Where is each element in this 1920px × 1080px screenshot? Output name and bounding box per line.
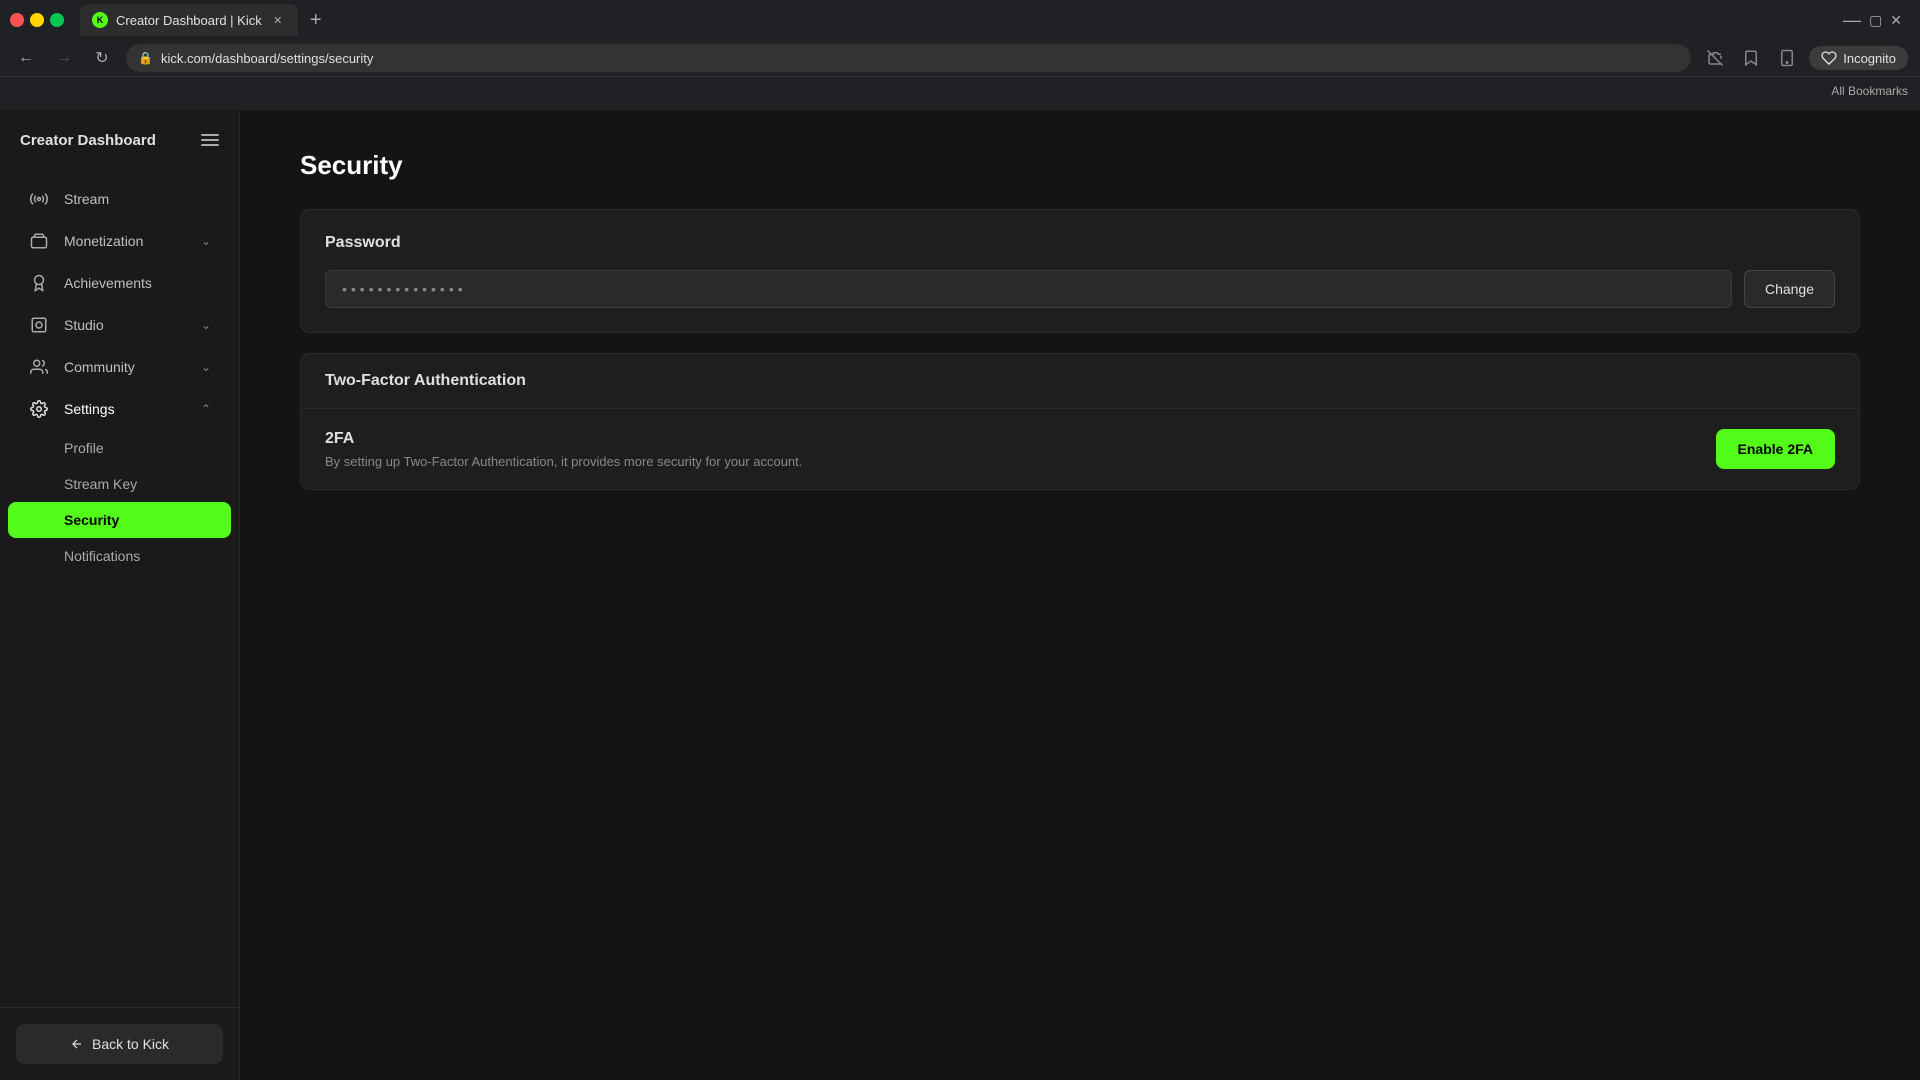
browser-chrome: K Creator Dashboard | Kick ✕ + — ▢ ✕ ← →… <box>0 0 1920 110</box>
studio-icon <box>28 316 50 334</box>
tab-title: Creator Dashboard | Kick <box>116 13 262 28</box>
sidebar: Creator Dashboard Stream <box>0 110 240 1080</box>
achievements-label: Achievements <box>64 275 211 291</box>
back-to-kick-label: Back to Kick <box>92 1036 169 1052</box>
two-fa-label: 2FA <box>325 430 1700 448</box>
enable-2fa-label: Enable 2FA <box>1738 441 1813 457</box>
tab-close-button[interactable]: ✕ <box>270 12 286 28</box>
two-fa-info: 2FA By setting up Two-Factor Authenticat… <box>325 430 1700 469</box>
forward-button[interactable]: → <box>50 44 78 72</box>
community-arrow-icon: ⌄ <box>201 360 211 374</box>
sidebar-subitem-security[interactable]: Security <box>8 502 231 538</box>
tablet-mode-icon[interactable] <box>1773 44 1801 72</box>
window-close-btn[interactable]: ✕ <box>1890 12 1902 29</box>
back-arrow-icon <box>70 1037 84 1051</box>
password-input[interactable] <box>325 270 1732 308</box>
sidebar-header: Creator Dashboard <box>0 110 239 170</box>
back-button[interactable]: ← <box>12 44 40 72</box>
password-section-title: Password <box>325 234 1835 252</box>
lock-icon: 🔒 <box>138 51 153 65</box>
maximize-button[interactable] <box>50 13 64 27</box>
tab-bar: K Creator Dashboard | Kick ✕ + <box>72 0 1835 40</box>
minimize-button[interactable] <box>30 13 44 27</box>
incognito-label: Incognito <box>1843 51 1896 66</box>
sidebar-subitem-profile[interactable]: Profile <box>8 430 231 466</box>
monetization-icon <box>28 232 50 250</box>
settings-label: Settings <box>64 401 187 417</box>
monetization-arrow-icon: ⌄ <box>201 234 211 248</box>
address-bar[interactable]: 🔒 kick.com/dashboard/settings/security <box>126 44 1691 72</box>
enable-2fa-button[interactable]: Enable 2FA <box>1716 429 1835 469</box>
tab-favicon: K <box>92 12 108 28</box>
password-section: Password Change <box>300 209 1860 333</box>
two-fa-header: Two-Factor Authentication <box>301 354 1859 409</box>
sidebar-nav: Stream Monetization ⌄ <box>0 170 239 1007</box>
address-bar-row: ← → ↻ 🔒 kick.com/dashboard/settings/secu… <box>0 40 1920 76</box>
monetization-label: Monetization <box>64 233 187 249</box>
incognito-button[interactable]: Incognito <box>1809 46 1908 70</box>
bookmarks-bar: All Bookmarks <box>0 76 1920 104</box>
sidebar-title: Creator Dashboard <box>20 132 156 149</box>
active-tab[interactable]: K Creator Dashboard | Kick ✕ <box>80 4 298 36</box>
window-restore-btn[interactable]: ▢ <box>1869 12 1882 29</box>
sidebar-toggle-button[interactable] <box>201 134 219 146</box>
new-tab-button[interactable]: + <box>302 6 330 34</box>
community-label: Community <box>64 359 187 375</box>
community-icon <box>28 358 50 376</box>
toolbar-icons: Incognito <box>1701 44 1908 72</box>
sidebar-item-community[interactable]: Community ⌄ <box>8 346 231 388</box>
all-bookmarks-label: All Bookmarks <box>1831 84 1908 98</box>
sidebar-item-monetization[interactable]: Monetization ⌄ <box>8 220 231 262</box>
notifications-label: Notifications <box>64 548 140 564</box>
url-text: kick.com/dashboard/settings/security <box>161 51 1679 66</box>
password-row: Change <box>325 270 1835 308</box>
sidebar-item-settings[interactable]: Settings ⌃ <box>8 388 231 430</box>
window-minimize-btn[interactable]: — <box>1843 10 1861 31</box>
bookmark-icon[interactable] <box>1737 44 1765 72</box>
change-button-label: Change <box>1765 281 1814 297</box>
sidebar-subitem-notifications[interactable]: Notifications <box>8 538 231 574</box>
change-password-button[interactable]: Change <box>1744 270 1835 308</box>
page-title: Security <box>300 150 1860 181</box>
studio-label: Studio <box>64 317 187 333</box>
window-controls <box>10 13 64 27</box>
close-button[interactable] <box>10 13 24 27</box>
reload-button[interactable]: ↻ <box>88 44 116 72</box>
sidebar-item-studio[interactable]: Studio ⌄ <box>8 304 231 346</box>
sidebar-item-achievements[interactable]: Achievements <box>8 262 231 304</box>
sidebar-footer: Back to Kick <box>0 1007 239 1080</box>
two-fa-row: 2FA By setting up Two-Factor Authenticat… <box>301 409 1859 489</box>
main-layout: Creator Dashboard Stream <box>0 110 1920 1080</box>
settings-arrow-icon: ⌃ <box>201 402 211 416</box>
profile-label: Profile <box>64 440 104 456</box>
two-fa-section: Two-Factor Authentication 2FA By setting… <box>300 353 1860 490</box>
stream-label: Stream <box>64 191 211 207</box>
stream-icon <box>28 190 50 208</box>
camera-blocked-icon[interactable] <box>1701 44 1729 72</box>
studio-arrow-icon: ⌄ <box>201 318 211 332</box>
achievements-icon <box>28 274 50 292</box>
title-bar: K Creator Dashboard | Kick ✕ + — ▢ ✕ <box>0 0 1920 40</box>
back-to-kick-button[interactable]: Back to Kick <box>16 1024 223 1064</box>
sidebar-item-stream[interactable]: Stream <box>8 178 231 220</box>
stream-key-label: Stream Key <box>64 476 137 492</box>
two-fa-description: By setting up Two-Factor Authentication,… <box>325 454 1700 469</box>
main-content: Security Password Change Two-Factor Auth… <box>240 110 1920 1080</box>
sidebar-subitem-stream-key[interactable]: Stream Key <box>8 466 231 502</box>
settings-icon <box>28 400 50 418</box>
security-label: Security <box>64 512 119 528</box>
